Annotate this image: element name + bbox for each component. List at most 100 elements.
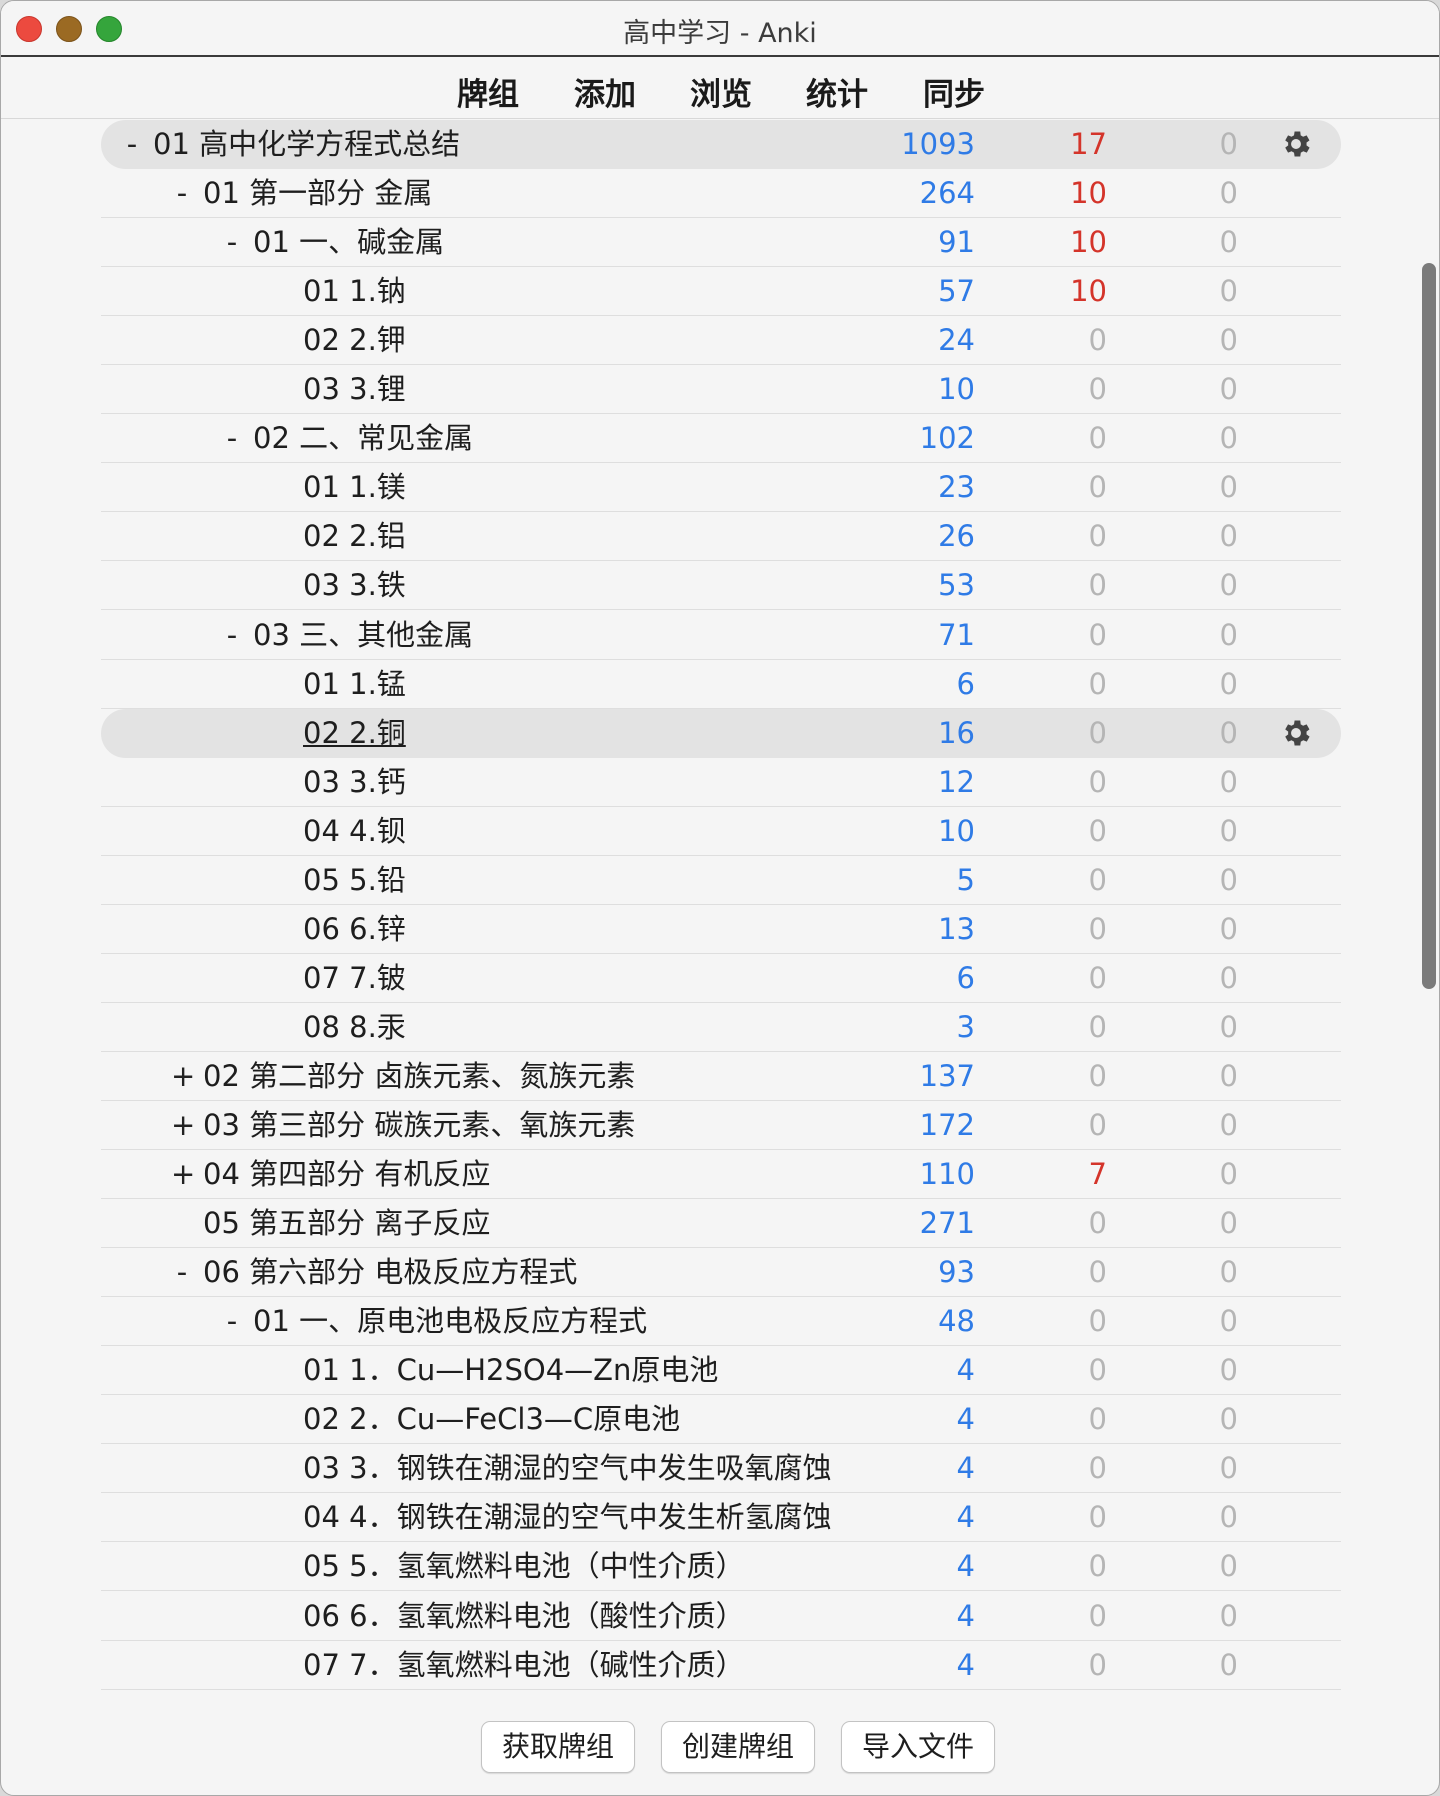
gear-icon[interactable] bbox=[1279, 716, 1313, 750]
collapse-toggle[interactable]: - bbox=[221, 617, 243, 653]
collapse-toggle[interactable]: - bbox=[171, 175, 193, 211]
deck-name[interactable]: 06 第六部分 电极反应方程式 bbox=[203, 1254, 577, 1290]
deck-name[interactable]: 05 5.铅 bbox=[303, 862, 406, 898]
deck-name[interactable]: 01 1.钠 bbox=[303, 273, 406, 309]
deck-name[interactable]: 04 4．钢铁在潮湿的空气中发生析氢腐蚀 bbox=[303, 1499, 832, 1535]
learn-count: 0 bbox=[1088, 1304, 1107, 1339]
get-shared-button[interactable]: 获取牌组 bbox=[481, 1721, 635, 1773]
deck-name[interactable]: 01 1.镁 bbox=[303, 469, 406, 505]
collapse-toggle[interactable]: - bbox=[221, 420, 243, 456]
deck-name[interactable]: 02 2.铜 bbox=[303, 715, 406, 751]
deck-row[interactable]: 07 7.铍 6 0 0 bbox=[101, 954, 1341, 1003]
deck-row[interactable]: 01 1.钠 57 10 0 bbox=[101, 267, 1341, 317]
deck-name[interactable]: 02 2．Cu—FeCl3—C原电池 bbox=[303, 1401, 680, 1437]
deck-name[interactable]: 03 三、其他金属 bbox=[253, 617, 473, 653]
deck-name[interactable]: 02 2.铝 bbox=[303, 518, 406, 554]
deck-row[interactable]: 04 4.钡 10 0 0 bbox=[101, 807, 1341, 856]
deck-row[interactable]: 02 2.铝 26 0 0 bbox=[101, 512, 1341, 562]
deck-row[interactable]: 03 3．钢铁在潮湿的空气中发生吸氧腐蚀 4 0 0 bbox=[101, 1444, 1341, 1494]
deck-row[interactable]: -03 三、其他金属 71 0 0 bbox=[101, 611, 1341, 660]
deck-row[interactable]: 06 6.锌 13 0 0 bbox=[101, 905, 1341, 954]
learn-count: 0 bbox=[1088, 911, 1107, 946]
deck-name[interactable]: 02 2.钾 bbox=[303, 322, 406, 358]
deck-row[interactable]: -01 一、原电池电极反应方程式 48 0 0 bbox=[101, 1297, 1341, 1347]
deck-name[interactable]: 04 4.钡 bbox=[303, 813, 406, 849]
deck-row[interactable]: -01 一、碱金属 91 10 0 bbox=[101, 218, 1341, 268]
deck-row[interactable]: 08 8.汞 3 0 0 bbox=[101, 1003, 1341, 1052]
deck-name[interactable]: 07 7.铍 bbox=[303, 960, 406, 996]
deck-name[interactable]: 01 一、碱金属 bbox=[253, 224, 444, 260]
deck-name[interactable]: 06 6.锌 bbox=[303, 911, 406, 947]
deck-row[interactable]: -06 第六部分 电极反应方程式 93 0 0 bbox=[101, 1248, 1341, 1298]
new-count: 1093 bbox=[901, 127, 975, 161]
collapse-toggle[interactable]: - bbox=[221, 224, 243, 260]
deck-row[interactable]: +02 第二部分 卤族元素、氮族元素 137 0 0 bbox=[101, 1052, 1341, 1101]
toolbar-browse[interactable]: 浏览 bbox=[690, 69, 752, 114]
expand-toggle[interactable]: + bbox=[171, 1156, 195, 1192]
deck-row[interactable]: 07 7．氢氧燃料电池（碱性介质） 4 0 0 bbox=[101, 1641, 1341, 1690]
gear-icon[interactable] bbox=[1279, 127, 1313, 161]
deck-row[interactable]: 03 3.锂 10 0 0 bbox=[101, 365, 1341, 415]
learn-count: 0 bbox=[1088, 1255, 1107, 1290]
review-count: 0 bbox=[1219, 176, 1238, 211]
import-file-button[interactable]: 导入文件 bbox=[841, 1721, 995, 1773]
deck-name[interactable]: 01 1.锰 bbox=[303, 666, 406, 702]
deck-name[interactable]: 02 二、常见金属 bbox=[253, 420, 473, 456]
deck-row[interactable]: 02 2．Cu—FeCl3—C原电池 4 0 0 bbox=[101, 1395, 1341, 1445]
deck-row[interactable]: 03 3.铁 53 0 0 bbox=[101, 561, 1341, 611]
deck-name[interactable]: 07 7．氢氧燃料电池（碱性介质） bbox=[303, 1647, 745, 1683]
collapse-toggle[interactable]: - bbox=[121, 126, 143, 162]
deck-row[interactable]: +03 第三部分 碳族元素、氧族元素 172 0 0 bbox=[101, 1101, 1341, 1150]
deck-name[interactable]: 01 一、原电池电极反应方程式 bbox=[253, 1303, 647, 1339]
deck-row[interactable]: 04 4．钢铁在潮湿的空气中发生析氢腐蚀 4 0 0 bbox=[101, 1493, 1341, 1543]
deck-name[interactable]: 05 第五部分 离子反应 bbox=[203, 1205, 490, 1241]
deck-row[interactable]: 01 1.锰 6 0 0 bbox=[101, 660, 1341, 709]
deck-name[interactable]: 03 3.锂 bbox=[303, 371, 406, 407]
deck-row[interactable]: 05 5.铅 5 0 0 bbox=[101, 856, 1341, 905]
deck-name[interactable]: 02 第二部分 卤族元素、氮族元素 bbox=[203, 1058, 635, 1094]
deck-name[interactable]: 01 高中化学方程式总结 bbox=[153, 126, 460, 162]
deck-name[interactable]: 03 3.铁 bbox=[303, 567, 406, 603]
deck-row[interactable]: -01 第一部分 金属 264 10 0 bbox=[101, 169, 1341, 219]
deck-row[interactable]: -02 二、常见金属 102 0 0 bbox=[101, 414, 1341, 464]
deck-row[interactable]: 02 2.钾 24 0 0 bbox=[101, 316, 1341, 366]
new-count: 71 bbox=[938, 617, 975, 652]
learn-count: 10 bbox=[1070, 274, 1107, 309]
deck-name[interactable]: 01 1．Cu—H2SO4—Zn原电池 bbox=[303, 1352, 718, 1388]
toolbar-sync[interactable]: 同步 bbox=[923, 69, 985, 114]
review-count: 0 bbox=[1219, 519, 1238, 554]
toolbar-stats[interactable]: 统计 bbox=[806, 69, 868, 114]
deck-row[interactable]: 05 第五部分 离子反应 271 0 0 bbox=[101, 1199, 1341, 1249]
deck-name[interactable]: 06 6．氢氧燃料电池（酸性介质） bbox=[303, 1598, 745, 1634]
deck-row[interactable]: +04 第四部分 有机反应 110 7 0 bbox=[101, 1150, 1341, 1200]
new-count: 53 bbox=[938, 568, 975, 603]
deck-name[interactable]: 03 第三部分 碳族元素、氧族元素 bbox=[203, 1107, 635, 1143]
deck-row[interactable]: 05 5．氢氧燃料电池（中性介质） 4 0 0 bbox=[101, 1542, 1341, 1592]
learn-count: 0 bbox=[1088, 960, 1107, 995]
deck-row[interactable]: 01 1．Cu—H2SO4—Zn原电池 4 0 0 bbox=[101, 1346, 1341, 1396]
deck-name[interactable]: 05 5．氢氧燃料电池（中性介质） bbox=[303, 1548, 745, 1584]
review-count: 0 bbox=[1219, 764, 1238, 799]
deck-row[interactable]: -01 高中化学方程式总结 1093 17 0 bbox=[101, 120, 1341, 169]
collapse-toggle[interactable]: - bbox=[171, 1254, 193, 1290]
toolbar-decks[interactable]: 牌组 bbox=[457, 69, 519, 114]
deck-list: -01 高中化学方程式总结 1093 17 0-01 第一部分 金属 264 10 0-01… bbox=[1, 120, 1425, 1691]
review-count: 0 bbox=[1219, 470, 1238, 505]
deck-row[interactable]: 03 3.钙 12 0 0 bbox=[101, 758, 1341, 807]
deck-row[interactable]: 01 1.镁 23 0 0 bbox=[101, 463, 1341, 513]
expand-toggle[interactable]: + bbox=[171, 1107, 195, 1143]
deck-name[interactable]: 01 第一部分 金属 bbox=[203, 175, 432, 211]
deck-name[interactable]: 08 8.汞 bbox=[303, 1009, 406, 1045]
deck-list-scrollbar[interactable] bbox=[1422, 263, 1436, 989]
new-count: 10 bbox=[938, 813, 975, 848]
create-deck-button[interactable]: 创建牌组 bbox=[661, 1721, 815, 1773]
deck-name[interactable]: 03 3.钙 bbox=[303, 764, 406, 800]
collapse-toggle[interactable]: - bbox=[221, 1303, 243, 1339]
learn-count: 0 bbox=[1088, 1598, 1107, 1633]
deck-name[interactable]: 04 第四部分 有机反应 bbox=[203, 1156, 490, 1192]
expand-toggle[interactable]: + bbox=[171, 1058, 195, 1094]
deck-row[interactable]: 02 2.铜 16 0 0 bbox=[101, 708, 1341, 758]
deck-row[interactable]: 06 6．氢氧燃料电池（酸性介质） 4 0 0 bbox=[101, 1592, 1341, 1641]
deck-name[interactable]: 03 3．钢铁在潮湿的空气中发生吸氧腐蚀 bbox=[303, 1450, 832, 1486]
toolbar-add[interactable]: 添加 bbox=[574, 69, 636, 114]
